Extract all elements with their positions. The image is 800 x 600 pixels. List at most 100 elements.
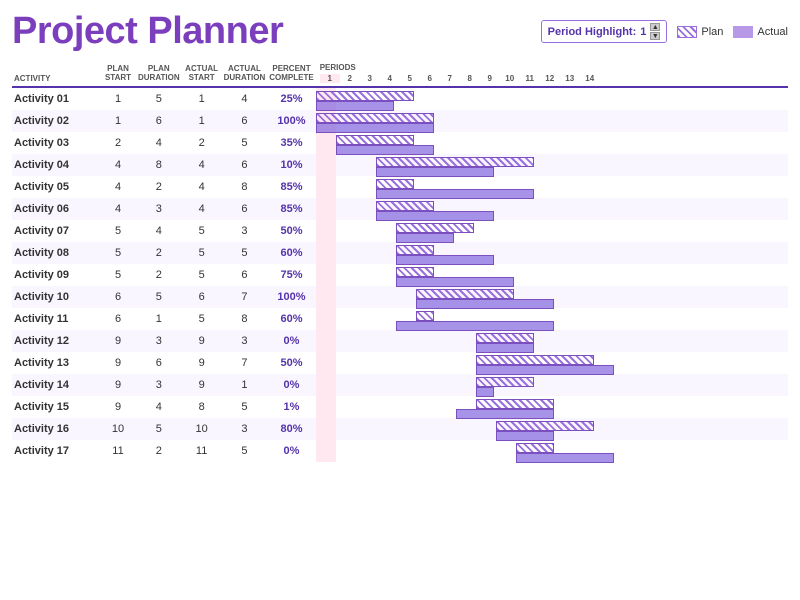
- highlight-column: [316, 132, 336, 154]
- percent-complete-value: 0%: [267, 440, 315, 462]
- table-row: Activity 09525675%: [12, 264, 788, 286]
- gantt-actual-bar: [476, 365, 614, 375]
- percent-complete-value: 10%: [267, 154, 315, 176]
- gantt-inner: [316, 308, 596, 330]
- gantt-inner: [316, 374, 596, 396]
- page-title: Project Planner: [12, 10, 541, 53]
- legend-actual-icon: [733, 26, 753, 38]
- plan-start-value: 4: [100, 198, 136, 220]
- gantt-plan-bar: [496, 421, 594, 431]
- plan-duration-value: 6: [136, 110, 182, 132]
- gantt-inner: [316, 198, 596, 220]
- table-row: Activity 106567100%: [12, 286, 788, 308]
- plan-start-value: 9: [100, 374, 136, 396]
- highlight-column: [316, 374, 336, 396]
- gantt-bar-cell: [316, 308, 788, 330]
- table-row: Activity 03242535%: [12, 132, 788, 154]
- column-headers: ACTIVITY PLANSTART PLANDURATION ACTUALST…: [12, 63, 788, 85]
- gantt-plan-bar: [396, 245, 434, 255]
- col-header-periods: PERIODS 1234567891011121314: [316, 63, 788, 85]
- gantt-bar-cell: [316, 396, 788, 418]
- table-row: Activity 11615860%: [12, 308, 788, 330]
- legend-plan-icon: [677, 26, 697, 38]
- period-spinner[interactable]: ▲ ▼: [650, 23, 660, 40]
- actual-duration-value: 5: [222, 132, 268, 154]
- percent-complete-value: 0%: [267, 374, 315, 396]
- plan-duration-value: 4: [136, 396, 182, 418]
- plan-start-value: 9: [100, 352, 136, 374]
- gantt-actual-bar: [376, 189, 534, 199]
- activity-name: Activity 11: [12, 308, 100, 330]
- period-header-14: 14: [580, 74, 600, 83]
- activity-name: Activity 01: [12, 87, 100, 110]
- plan-start-value: 11: [100, 440, 136, 462]
- period-header-2: 2: [340, 74, 360, 83]
- actual-duration-value: 7: [222, 352, 268, 374]
- gantt-table: ACTIVITY PLANSTART PLANDURATION ACTUALST…: [12, 63, 788, 462]
- gantt-bar-cell: [316, 418, 788, 440]
- gantt-inner: [316, 110, 596, 132]
- period-header-11: 11: [520, 74, 540, 83]
- gantt-inner: [316, 242, 596, 264]
- gantt-bar-cell: [316, 176, 788, 198]
- gantt-actual-bar: [516, 453, 614, 463]
- actual-start-value: 9: [182, 330, 222, 352]
- gantt-bar-cell: [316, 220, 788, 242]
- table-row: Activity 07545350%: [12, 220, 788, 242]
- plan-start-value: 1: [100, 87, 136, 110]
- percent-complete-value: 75%: [267, 264, 315, 286]
- percent-complete-value: 50%: [267, 352, 315, 374]
- activity-name: Activity 10: [12, 286, 100, 308]
- table-row: Activity 1493910%: [12, 374, 788, 396]
- highlight-column: [316, 176, 336, 198]
- highlight-column: [316, 286, 336, 308]
- spinner-down[interactable]: ▼: [650, 32, 660, 40]
- table-row: Activity 04484610%: [12, 154, 788, 176]
- plan-start-value: 5: [100, 220, 136, 242]
- percent-complete-value: 60%: [267, 242, 315, 264]
- legend-actual: Actual: [733, 26, 788, 38]
- gantt-inner: [316, 264, 596, 286]
- actual-start-value: 10: [182, 418, 222, 440]
- gantt-actual-bar: [456, 409, 554, 419]
- gantt-inner: [316, 418, 596, 440]
- actual-start-value: 6: [182, 286, 222, 308]
- gantt-bar-cell: [316, 110, 788, 132]
- table-row: Activity 13969750%: [12, 352, 788, 374]
- actual-start-value: 5: [182, 242, 222, 264]
- gantt-plan-bar: [376, 157, 534, 167]
- actual-duration-value: 5: [222, 396, 268, 418]
- period-header-5: 5: [400, 74, 420, 83]
- highlight-column: [316, 242, 336, 264]
- table-row: Activity 01151425%: [12, 87, 788, 110]
- legend-area: Period Highlight: 1 ▲ ▼ Plan Actual: [541, 20, 788, 43]
- period-header-12: 12: [540, 74, 560, 83]
- col-header-actual-duration: ACTUALDURATION: [222, 63, 268, 85]
- gantt-inner: [316, 286, 596, 308]
- gantt-bar-cell: [316, 132, 788, 154]
- gantt-actual-bar: [336, 145, 434, 155]
- plan-duration-value: 1: [136, 308, 182, 330]
- plan-duration-value: 5: [136, 418, 182, 440]
- period-highlight-label: Period Highlight:: [548, 26, 637, 38]
- gantt-inner: [316, 396, 596, 418]
- actual-start-value: 1: [182, 87, 222, 110]
- activity-name: Activity 09: [12, 264, 100, 286]
- table-row: Activity 1293930%: [12, 330, 788, 352]
- gantt-plan-bar: [476, 355, 594, 365]
- actual-start-value: 5: [182, 220, 222, 242]
- gantt-plan-bar: [516, 443, 554, 453]
- plan-duration-value: 5: [136, 286, 182, 308]
- percent-complete-value: 1%: [267, 396, 315, 418]
- table-row: Activity 1594851%: [12, 396, 788, 418]
- activity-name: Activity 02: [12, 110, 100, 132]
- percent-complete-value: 25%: [267, 87, 315, 110]
- gantt-plan-bar: [416, 311, 434, 321]
- period-highlight-control[interactable]: Period Highlight: 1 ▲ ▼: [541, 20, 668, 43]
- percent-complete-value: 50%: [267, 220, 315, 242]
- spinner-up[interactable]: ▲: [650, 23, 660, 31]
- gantt-bar-cell: [316, 242, 788, 264]
- gantt-inner: [316, 352, 596, 374]
- gantt-actual-bar: [476, 387, 494, 397]
- gantt-inner: [316, 176, 596, 198]
